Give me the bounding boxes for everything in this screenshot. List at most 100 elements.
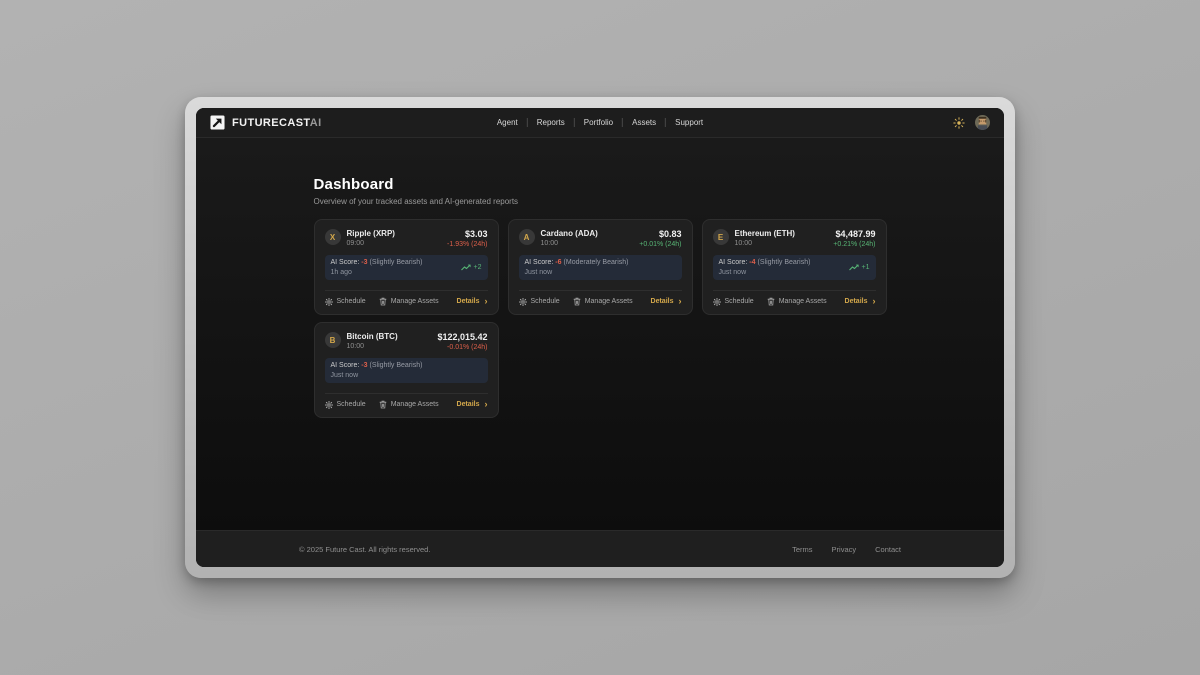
chevron-right-icon: › (485, 297, 488, 306)
schedule-button[interactable]: Schedule (519, 298, 560, 306)
schedule-button[interactable]: Schedule (325, 401, 366, 409)
asset-initial-badge: A (519, 229, 535, 245)
price-change: +0.21% (24h) (833, 241, 875, 248)
card-header: E Ethereum (ETH) 10:00 $4,487.99 +0.21% … (713, 229, 876, 248)
price-block: $3.03 -1.93% (24h) (447, 229, 487, 248)
ai-score-text: AI Score:-4(Slightly Bearish) Just now (719, 259, 811, 276)
app-bar: FUTURECASTAI AgentReportsPortfolioAssets… (196, 108, 1004, 138)
ai-score-panel: AI Score:-4(Slightly Bearish) Just now +… (713, 255, 876, 280)
details-button[interactable]: Details › (651, 297, 682, 306)
nav-item-agent[interactable]: Agent (488, 118, 527, 127)
ai-score-value: -3 (361, 259, 367, 266)
manage-assets-button[interactable]: Manage Assets (379, 400, 439, 409)
gear-icon (519, 298, 527, 306)
price-change: -0.01% (24h) (437, 344, 487, 351)
nav-item-reports[interactable]: Reports (528, 118, 574, 127)
schedule-label: Schedule (725, 298, 754, 305)
main-nav: AgentReportsPortfolioAssetsSupport (488, 118, 712, 127)
brand[interactable]: FUTURECASTAI (210, 115, 322, 130)
theme-toggle-sun-icon[interactable] (953, 117, 965, 129)
asset-name: Bitcoin (BTC) (347, 332, 398, 341)
nav-item-portfolio[interactable]: Portfolio (575, 118, 622, 127)
asset-card: E Ethereum (ETH) 10:00 $4,487.99 +0.21% … (702, 219, 887, 315)
asset-head-text: Ethereum (ETH) 10:00 (735, 229, 795, 247)
ai-score-label: AI Score: (719, 259, 748, 266)
asset-card: X Ripple (XRP) 09:00 $3.03 -1.93% (24h) … (314, 219, 499, 315)
details-label: Details (457, 401, 480, 408)
ai-score-value: -4 (749, 259, 755, 266)
ai-score-line: AI Score:-4(Slightly Bearish) (719, 259, 811, 266)
manage-assets-button[interactable]: Manage Assets (573, 297, 633, 306)
schedule-label: Schedule (337, 401, 366, 408)
manage-assets-label: Manage Assets (779, 298, 827, 305)
ai-sentiment: (Slightly Bearish) (370, 259, 423, 266)
asset-time: 09:00 (347, 240, 395, 247)
schedule-label: Schedule (531, 298, 560, 305)
trend-value: +2 (474, 264, 482, 271)
chevron-right-icon: › (485, 400, 488, 409)
asset-name: Cardano (ADA) (541, 229, 598, 238)
ai-updated-ago: 1h ago (331, 269, 423, 276)
ai-score-line: AI Score:-3(Slightly Bearish) (331, 362, 423, 369)
footer-link-terms[interactable]: Terms (792, 545, 812, 554)
card-header: A Cardano (ADA) 10:00 $0.83 +0.01% (24h) (519, 229, 682, 248)
page-subtitle: Overview of your tracked assets and AI-g… (314, 197, 887, 206)
ai-score-panel: AI Score:-3(Slightly Bearish) Just now (325, 358, 488, 383)
user-avatar[interactable] (975, 115, 990, 130)
brand-name-secondary: AI (310, 117, 322, 129)
asset-time: 10:00 (541, 240, 598, 247)
trending-up-icon (461, 264, 471, 271)
page-title: Dashboard (314, 176, 887, 193)
asset-head-text: Bitcoin (BTC) 10:00 (347, 332, 398, 350)
nav-item-assets[interactable]: Assets (623, 118, 665, 127)
asset-price: $122,015.42 (437, 332, 487, 342)
card-header: B Bitcoin (BTC) 10:00 $122,015.42 -0.01%… (325, 332, 488, 351)
ai-score-label: AI Score: (525, 259, 554, 266)
details-button[interactable]: Details › (457, 297, 488, 306)
app-window: FUTURECASTAI AgentReportsPortfolioAssets… (185, 97, 1015, 578)
ai-score-line: AI Score:-3(Slightly Bearish) (331, 259, 423, 266)
content-column: Dashboard Overview of your tracked asset… (314, 138, 887, 418)
asset-card: A Cardano (ADA) 10:00 $0.83 +0.01% (24h)… (508, 219, 693, 315)
card-actions: Schedule Manage Assets Details › (325, 393, 488, 409)
asset-price: $3.03 (447, 229, 487, 239)
gear-icon (325, 401, 333, 409)
ai-score-panel: AI Score:-3(Slightly Bearish) 1h ago +2 (325, 255, 488, 280)
asset-price: $4,487.99 (833, 229, 875, 239)
gear-icon (325, 298, 333, 306)
trending-up-icon (849, 264, 859, 271)
ai-sentiment: (Slightly Bearish) (370, 362, 423, 369)
details-button[interactable]: Details › (845, 297, 876, 306)
ai-score-text: AI Score:-3(Slightly Bearish) 1h ago (331, 259, 423, 276)
app-screen: FUTURECASTAI AgentReportsPortfolioAssets… (196, 108, 1004, 567)
card-actions: Schedule Manage Assets Details › (713, 290, 876, 306)
appbar-right (953, 115, 990, 130)
card-actions: Schedule Manage Assets Details › (325, 290, 488, 306)
gear-icon (713, 298, 721, 306)
asset-card: B Bitcoin (BTC) 10:00 $122,015.42 -0.01%… (314, 322, 499, 418)
footer-link-contact[interactable]: Contact (875, 545, 901, 554)
ai-updated-ago: Just now (525, 269, 629, 276)
price-change: +0.01% (24h) (639, 241, 681, 248)
manage-assets-button[interactable]: Manage Assets (379, 297, 439, 306)
chevron-right-icon: › (873, 297, 876, 306)
price-block: $0.83 +0.01% (24h) (639, 229, 681, 248)
details-label: Details (651, 298, 674, 305)
footer-inner: © 2025 Future Cast. All rights reserved.… (299, 545, 901, 554)
ai-sentiment: (Moderately Bearish) (564, 259, 629, 266)
footer-link-privacy[interactable]: Privacy (832, 545, 857, 554)
asset-head-text: Cardano (ADA) 10:00 (541, 229, 598, 247)
details-label: Details (457, 298, 480, 305)
trend-indicator: +1 (849, 264, 870, 271)
schedule-button[interactable]: Schedule (713, 298, 754, 306)
schedule-button[interactable]: Schedule (325, 298, 366, 306)
nav-item-support[interactable]: Support (666, 118, 712, 127)
details-button[interactable]: Details › (457, 400, 488, 409)
manage-assets-label: Manage Assets (585, 298, 633, 305)
asset-name: Ripple (XRP) (347, 229, 395, 238)
manage-assets-label: Manage Assets (391, 401, 439, 408)
manage-assets-button[interactable]: Manage Assets (767, 297, 827, 306)
ai-score-value: -6 (555, 259, 561, 266)
chevron-right-icon: › (679, 297, 682, 306)
schedule-label: Schedule (337, 298, 366, 305)
